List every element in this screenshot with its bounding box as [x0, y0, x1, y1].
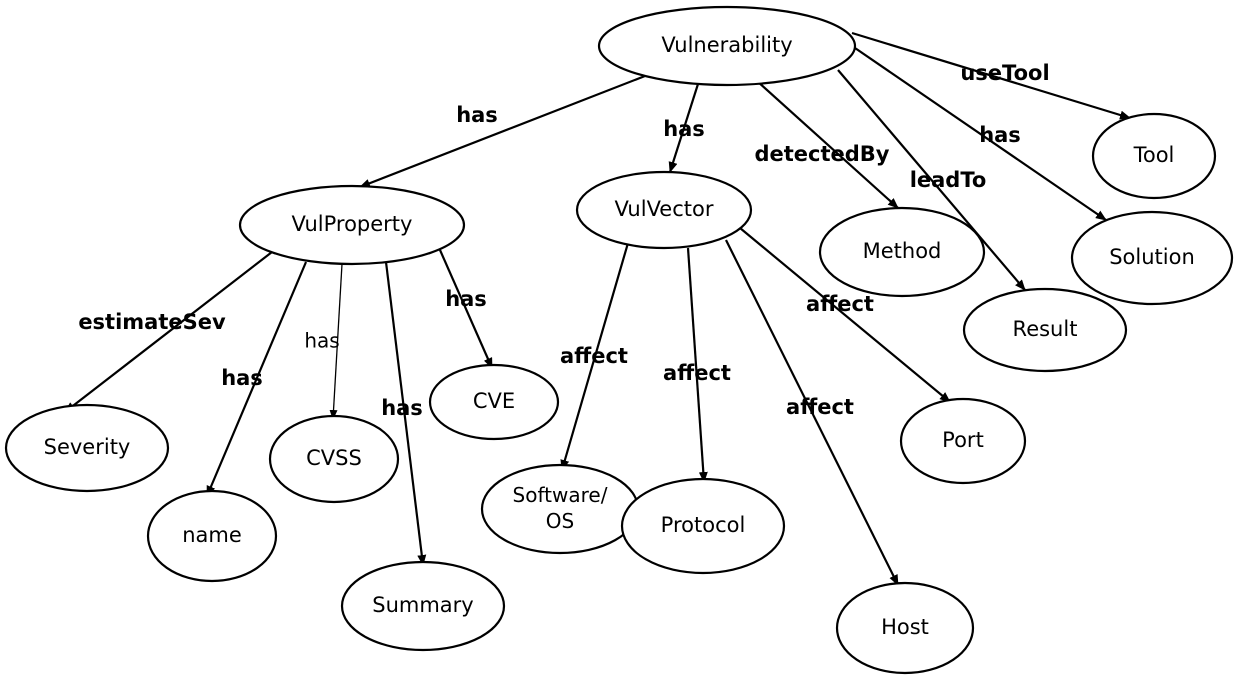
node-label-solution: Solution — [1109, 245, 1195, 269]
edge-label-vulnerability-to-solution: has — [979, 123, 1021, 147]
edge-label-vulvector-to-port: affect — [806, 292, 874, 316]
edge-label-vulproperty-to-cve: has — [445, 287, 487, 311]
node-result[interactable]: Result — [962, 287, 1128, 373]
node-host[interactable]: Host — [835, 581, 975, 675]
edge-vulnerability-to-vulproperty — [359, 74, 646, 189]
edge-label-vulnerability-to-tool: useTool — [960, 61, 1049, 85]
node-vulvector[interactable]: VulVector — [575, 170, 753, 250]
edge-label-vulnerability-to-vulvector: has — [663, 117, 705, 141]
node-solution[interactable]: Solution — [1070, 210, 1234, 306]
node-port[interactable]: Port — [899, 397, 1027, 485]
node-label-vulnerability: Vulnerability — [661, 33, 792, 57]
nodes-layer: Vulnerability VulProperty VulVector Method T… — [4, 5, 1234, 675]
edge-label-vulproperty-to-severity: estimateSev — [78, 310, 226, 334]
node-label-host: Host — [881, 615, 929, 639]
node-name[interactable]: name — [146, 489, 278, 583]
node-cve[interactable]: CVE — [428, 363, 560, 441]
edge-label-vulproperty-to-name: has — [221, 366, 263, 390]
node-severity[interactable]: Severity — [4, 403, 170, 493]
node-label-name: name — [182, 523, 242, 547]
node-label-result: Result — [1013, 317, 1078, 341]
node-method[interactable]: Method — [818, 206, 986, 298]
node-tool[interactable]: Tool — [1091, 112, 1217, 200]
node-label-method: Method — [863, 239, 942, 263]
edge-label-vulvector-to-host: affect — [786, 395, 854, 419]
node-protocol[interactable]: Protocol — [620, 477, 786, 575]
node-label-protocol: Protocol — [661, 513, 746, 537]
graph-canvas: has has detectedBy leadTo has useTool estimate… — [4, 5, 1234, 675]
edge-label-vulnerability-to-result: leadTo — [910, 168, 987, 192]
node-summary[interactable]: Summary — [340, 560, 506, 652]
node-cvss[interactable]: CVSS — [268, 414, 400, 504]
ontology-diagram: has has detectedBy leadTo has useTool estimate… — [0, 0, 1240, 680]
edge-label-vulproperty-to-cvss: has — [304, 329, 339, 353]
node-softwareos[interactable]: Software/OS — [480, 463, 640, 555]
node-label-vulvector: VulVector — [614, 197, 713, 221]
edge-label-vulvector-to-protocol: affect — [663, 361, 731, 385]
node-label-severity: Severity — [44, 435, 131, 459]
edge-label-vulnerability-to-vulproperty: has — [456, 103, 498, 127]
node-label-cvss: CVSS — [306, 446, 362, 470]
node-vulnerability[interactable]: Vulnerability — [597, 5, 857, 87]
node-label-tool: Tool — [1133, 143, 1175, 167]
edge-label-vulnerability-to-method: detectedBy — [754, 142, 889, 166]
node-label-summary: Summary — [372, 593, 473, 617]
edge-label-vulvector-to-softwareos: affect — [560, 344, 628, 368]
edge-label-vulproperty-to-summary: has — [381, 396, 423, 420]
node-vulproperty[interactable]: VulProperty — [238, 184, 466, 266]
node-label-vulproperty: VulProperty — [292, 212, 413, 236]
node-label-port: Port — [942, 428, 984, 452]
node-label-cve: CVE — [473, 389, 515, 413]
